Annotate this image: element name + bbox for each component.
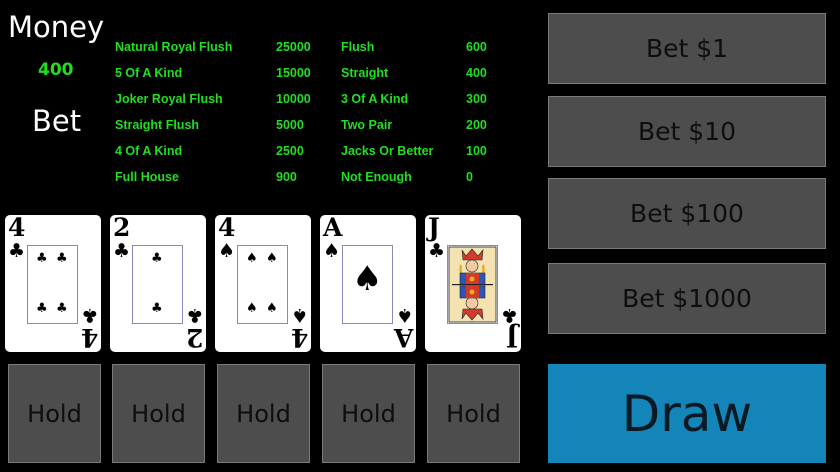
money-label: Money	[8, 10, 105, 44]
spades-icon: ♠	[246, 251, 258, 266]
card-1[interactable]: 4 ♣ ♣ ♣ ♣ ♣ 4 ♣	[5, 215, 101, 352]
hold-button-3[interactable]: Hold	[217, 364, 310, 463]
card-corner-bottom: J ♣	[500, 304, 518, 352]
paytable-hand: 5 Of A Kind	[115, 66, 183, 80]
clubs-icon: ♣	[56, 301, 68, 316]
spades-icon: ♠	[352, 259, 383, 299]
spades-icon: ♠	[246, 301, 258, 316]
clubs-icon: ♣	[113, 240, 131, 262]
paytable-payout: 5000	[276, 118, 304, 132]
hold-button-1[interactable]: Hold	[8, 364, 101, 463]
bet-label: Bet	[32, 104, 82, 138]
card-rank: 2	[113, 213, 131, 242]
card-corner-bottom: 4 ♣	[80, 304, 98, 352]
card-rank: 4	[218, 213, 236, 242]
spades-icon: ♠	[395, 304, 413, 326]
paytable-hand: Straight	[341, 66, 389, 80]
card-rank: 4	[290, 323, 308, 352]
card-4[interactable]: A ♠ ♠ A ♠	[320, 215, 416, 352]
paytable-payout: 200	[466, 118, 487, 132]
clubs-icon: ♣	[36, 251, 48, 266]
card-2[interactable]: 2 ♣ ♣ ♣ 2 ♣	[110, 215, 206, 352]
card-corner-bottom: 2 ♣	[185, 304, 203, 352]
paytable-hand: Full House	[115, 170, 179, 184]
card-corner-bottom: A ♠	[393, 304, 413, 352]
hold-button-4[interactable]: Hold	[322, 364, 415, 463]
card-corner-bottom: 4 ♠	[290, 304, 308, 352]
jack-portrait-icon	[448, 246, 497, 323]
clubs-icon: ♣	[151, 251, 163, 266]
clubs-icon: ♣	[428, 240, 446, 262]
clubs-icon: ♣	[80, 304, 98, 326]
clubs-icon: ♣	[185, 304, 203, 326]
card-face: ♣ ♣	[132, 245, 183, 324]
paytable-hand: Not Enough	[341, 170, 412, 184]
clubs-icon: ♣	[56, 251, 68, 266]
card-rank: A	[323, 213, 343, 242]
paytable-payout: 25000	[276, 40, 311, 54]
card-rank: 4	[80, 323, 98, 352]
paytable-payout: 100	[466, 144, 487, 158]
card-5[interactable]: J ♣ J ♣	[425, 215, 521, 352]
clubs-icon: ♣	[36, 301, 48, 316]
spades-icon: ♠	[218, 240, 236, 262]
paytable-payout: 300	[466, 92, 487, 106]
money-value: 400	[38, 60, 74, 80]
bet-10-button[interactable]: Bet $10	[548, 96, 826, 167]
paytable-hand: 4 Of A Kind	[115, 144, 183, 158]
paytable-payout: 2500	[276, 144, 304, 158]
hold-button-2[interactable]: Hold	[112, 364, 205, 463]
draw-button[interactable]: Draw	[548, 364, 826, 463]
card-face: ♠	[342, 245, 393, 324]
card-rank: J	[428, 213, 440, 242]
paytable-payout: 10000	[276, 92, 311, 106]
spades-icon: ♠	[266, 301, 278, 316]
clubs-icon: ♣	[151, 301, 163, 316]
card-face: ♣ ♣ ♣ ♣	[27, 245, 78, 324]
clubs-icon: ♣	[500, 304, 518, 326]
card-rank: J	[506, 323, 518, 352]
card-face	[447, 245, 498, 324]
spades-icon: ♠	[323, 240, 341, 262]
paytable-hand: 3 Of A Kind	[341, 92, 409, 106]
hold-button-5[interactable]: Hold	[427, 364, 520, 463]
paytable-hand: Natural Royal Flush	[115, 40, 233, 54]
clubs-icon: ♣	[8, 240, 26, 262]
paytable-payout: 0	[466, 170, 473, 184]
card-rank: 4	[8, 213, 26, 242]
paytable-hand: Joker Royal Flush	[115, 92, 223, 106]
paytable-payout: 900	[276, 170, 297, 184]
card-face: ♠ ♠ ♠ ♠	[237, 245, 288, 324]
paytable-payout: 400	[466, 66, 487, 80]
paytable-hand: Two Pair	[341, 118, 393, 132]
bet-1000-button[interactable]: Bet $1000	[548, 263, 826, 334]
paytable-payout: 15000	[276, 66, 311, 80]
spades-icon: ♠	[290, 304, 308, 326]
paytable-hand: Straight Flush	[115, 118, 200, 132]
card-rank: A	[393, 323, 413, 352]
paytable-payout: 600	[466, 40, 487, 54]
card-rank: 2	[185, 323, 203, 352]
card-3[interactable]: 4 ♠ ♠ ♠ ♠ ♠ 4 ♠	[215, 215, 311, 352]
paytable-hand: Jacks Or Better	[341, 144, 434, 158]
bet-1-button[interactable]: Bet $1	[548, 13, 826, 84]
bet-100-button[interactable]: Bet $100	[548, 178, 826, 249]
paytable-hand: Flush	[341, 40, 375, 54]
spades-icon: ♠	[266, 251, 278, 266]
